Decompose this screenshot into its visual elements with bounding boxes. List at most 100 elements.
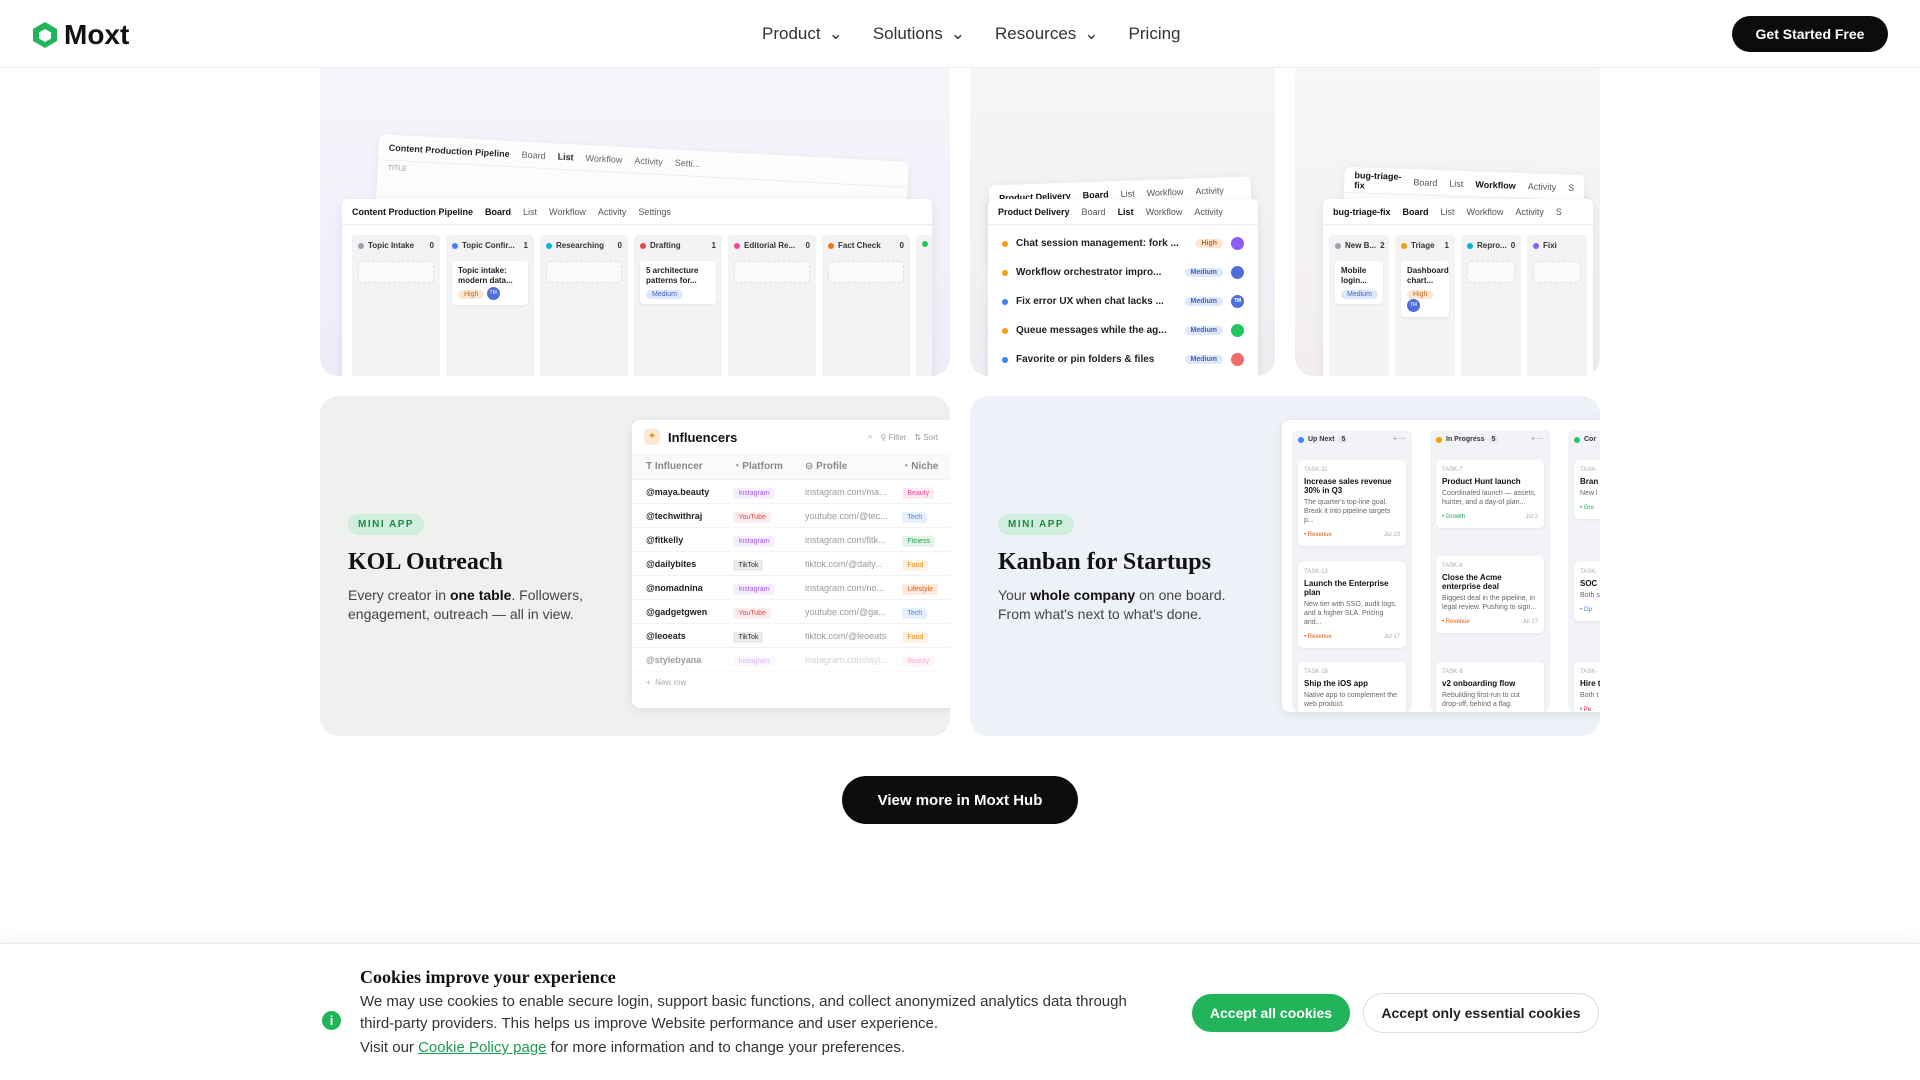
cookie-title: Cookies improve your experience [360, 967, 616, 987]
brand-logo[interactable]: Moxt [32, 19, 129, 51]
cookie-banner: i Cookies improve your experience We may… [0, 943, 1920, 1080]
kanban-card[interactable]: TASK-SOC 2Both s unbloc• Op [1574, 562, 1600, 621]
profile-link[interactable]: youtube.com/@tec... [805, 511, 902, 521]
accept-all-cookies-button[interactable]: Accept all cookies [1192, 994, 1350, 1032]
niche-chip: Beauty [902, 655, 935, 667]
niche-chip: Beauty [902, 487, 935, 499]
board-column: Fact Check 0 [822, 235, 910, 376]
avatar [1231, 324, 1244, 337]
avatar: TM [1407, 299, 1420, 312]
board-title: Content Production Pipeline [352, 206, 473, 217]
influencer-handle: @gadgetgwen [646, 606, 708, 617]
nav-product[interactable]: Product ⌄ [762, 24, 843, 44]
profile-link[interactable]: instagram.com/ma... [805, 487, 902, 497]
board-column: Topic Intake 0 [352, 235, 440, 376]
influencer-handle: @fitkelly [646, 534, 684, 545]
kanban-column: Cor + ···TASK-BranNew l site, sc• GroTAS… [1568, 430, 1600, 712]
cookie-policy-link[interactable]: Cookie Policy page [418, 1039, 546, 1056]
kanban-card[interactable]: TASK-BranNew l site, sc• Gro [1574, 460, 1600, 519]
profile-link[interactable]: tiktok.com/@leoeats [805, 631, 902, 641]
table-title: Influencers [668, 429, 738, 445]
board-column: Repro... 0 [1461, 235, 1521, 376]
table-row[interactable]: @dailybites TikTok tiktok.com/@daily... Foo… [632, 552, 950, 576]
table-row[interactable]: @gadgetgwen YouTube youtube.com/@ga... Tech [632, 600, 950, 624]
avatar [1231, 266, 1244, 279]
table-row[interactable]: @leoeats TikTok tiktok.com/@leoeats Food [632, 624, 950, 648]
kanban-card[interactable]: TASK-8 Close the Acme enterprise deal Bigg… [1436, 556, 1544, 633]
card-title: KOL Outreach [348, 549, 503, 575]
niche-chip: Food [902, 631, 929, 643]
nav-links: Product ⌄ Solutions ⌄ Resources ⌄ Pricing [762, 24, 1181, 44]
table-mock: ✦ Influencers ⌕ ⚲ Filter ⇅ Sort T Influe… [632, 420, 950, 708]
table-header: T Influencer ◔ Platform ⊝ Profile ◔ Nich… [632, 454, 950, 480]
board-mock: Content Production Pipeline Board List Work… [342, 199, 932, 376]
table-row[interactable]: @techwithraj YouTube youtube.com/@tec... Te… [632, 504, 950, 528]
table-row[interactable]: @nomadnina Instagram instagram.com/no... Li… [632, 576, 950, 600]
list-row[interactable]: Chat session management: fork ... High [988, 229, 1258, 258]
kanban-card[interactable]: TASK-16 Ship the iOS app Native app to com… [1298, 662, 1406, 712]
list-title: Product Delivery [998, 206, 1070, 217]
info-icon: i [322, 1011, 341, 1030]
list-mock: Product Delivery Board List Workflow Activit… [988, 199, 1258, 376]
kanban-card[interactable]: TASK-13 Launch the Enterprise plan New tie… [1298, 562, 1406, 648]
moxt-logo-icon [33, 22, 57, 48]
platform-chip: TikTok [733, 559, 764, 571]
influencer-handle: @stylebyana [646, 654, 702, 665]
nav-pricing[interactable]: Pricing [1129, 24, 1181, 44]
kanban-column: Up Next 5 + ··· TASK-11 Increase sales reve… [1292, 430, 1412, 712]
niche-chip: Food [902, 559, 929, 571]
template-card-bug-triage[interactable]: bug-triage-fix Board List Workflow Activity S… [1295, 56, 1600, 376]
list-row[interactable]: Favorite or pin folders & files Medium [988, 345, 1258, 374]
new-row-button[interactable]: + New row [632, 672, 950, 693]
profile-link[interactable]: instagram.com/fitk... [805, 535, 902, 545]
cookie-policy-text: Visit our Cookie Policy page for more in… [360, 1039, 906, 1056]
influencer-handle: @maya.beauty [646, 486, 710, 497]
kanban-card[interactable]: TASK-7 Product Hunt launch Coordinated lau… [1436, 460, 1544, 528]
board-title: bug-triage-fix [1333, 206, 1391, 217]
niche-chip: Lifestyle [902, 583, 939, 595]
chevron-down-icon: ⌄ [1084, 24, 1099, 43]
board-column: Researching 0 [540, 235, 628, 376]
profile-link[interactable]: instagram.com/no... [805, 583, 902, 593]
search-icon: ⌕ [868, 432, 873, 441]
view-more-hub-button[interactable]: View more in Moxt Hub [842, 776, 1078, 824]
top-nav: Moxt Product ⌄ Solutions ⌄ Resources ⌄ Pric… [0, 0, 1920, 68]
nav-solutions[interactable]: Solutions ⌄ [873, 24, 965, 44]
influencer-handle: @techwithraj [646, 510, 703, 521]
accept-essential-cookies-button[interactable]: Accept only essential cookies [1363, 993, 1599, 1033]
profile-link[interactable]: tiktok.com/@daily... [805, 559, 902, 569]
kanban-card[interactable]: TASK- Hire t Both t • Pe [1574, 662, 1600, 712]
influencer-handle: @nomadnina [646, 582, 703, 593]
task-card[interactable]: 5 architecture patterns for... Medium [640, 261, 716, 304]
list-row[interactable]: Fix error UX when chat lacks ... Medium TM [988, 287, 1258, 316]
task-card[interactable]: Mobile login... Medium [1335, 261, 1383, 304]
board-column: Editorial Re... 0 [728, 235, 816, 376]
list-row[interactable]: Workflow orchestrator impro... Medium [988, 258, 1258, 287]
profile-link[interactable]: instagram.com/styl... [805, 655, 902, 665]
board-column: New B... 2 Mobile login... Medium [1329, 235, 1389, 376]
template-card-content-pipeline[interactable]: Content Production Pipeline Board List Work… [320, 56, 950, 376]
task-card[interactable]: Dashboard chart... High TM [1401, 261, 1449, 317]
table-row[interactable]: @maya.beauty Instagram instagram.com/ma...… [632, 480, 950, 504]
mini-app-card-kanban[interactable]: MINI APP Kanban for Startups Your whole … [970, 396, 1600, 736]
platform-chip: Instagram [733, 535, 775, 547]
kanban-card[interactable]: TASK-9 v2 onboarding flow Rebuilding first… [1436, 662, 1544, 712]
profile-link[interactable]: youtube.com/@ga... [805, 607, 902, 617]
influencer-handle: @leoeats [646, 630, 686, 641]
sort-button[interactable]: ⇅ Sort [914, 433, 938, 442]
filter-button[interactable]: ⚲ Filter [881, 433, 907, 442]
kanban-card[interactable]: TASK-11 Increase sales revenue 30% in Q3 T… [1298, 460, 1406, 546]
board-column: Topic Confir... 1 Topic intake: modern da… [446, 235, 534, 376]
get-started-button[interactable]: Get Started Free [1732, 16, 1888, 52]
task-card[interactable]: Topic intake: modern data... High TM [452, 261, 528, 306]
table-row[interactable]: @stylebyana Instagram instagram.com/styl..… [632, 648, 950, 672]
table-row[interactable]: @fitkelly Instagram instagram.com/fitk... F… [632, 528, 950, 552]
list-row[interactable]: Queue messages while the ag... Medium [988, 316, 1258, 345]
board-mock: bug-triage-fix Board List Workflow Activity S… [1323, 199, 1593, 376]
template-card-product-delivery[interactable]: Product Delivery Board List Workflow Activit… [970, 56, 1275, 376]
megaphone-icon: ✦ [644, 429, 660, 445]
mini-app-card-kol[interactable]: MINI APP KOL Outreach Every creator in o… [320, 396, 950, 736]
mini-app-tag: MINI APP [998, 514, 1075, 535]
kanban-column: In Progress 5 + ··· TASK-7 Product Hunt lau… [1430, 430, 1550, 712]
nav-resources[interactable]: Resources ⌄ [995, 24, 1099, 44]
